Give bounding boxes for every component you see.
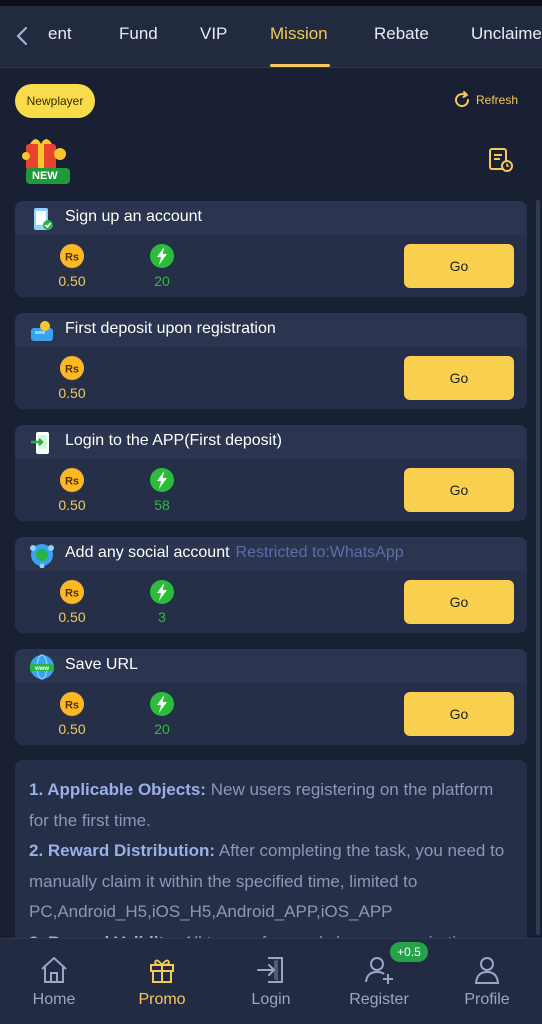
- tab-vip[interactable]: VIP: [200, 24, 227, 44]
- go-button[interactable]: Go: [404, 692, 514, 736]
- rule-title: 2. Reward Distribution:: [29, 841, 216, 860]
- rs-coin-icon: Rs: [59, 355, 85, 381]
- rs-reward: Rs 0.50: [47, 691, 97, 737]
- svg-text:www: www: [34, 666, 49, 672]
- nav-home-label: Home: [32, 991, 76, 1008]
- nav-profile[interactable]: Profile: [442, 953, 532, 1009]
- rs-value: 0.50: [58, 497, 86, 513]
- social-icon: [29, 542, 55, 569]
- tab-fund[interactable]: Fund: [119, 24, 158, 44]
- nav-login-label: Login: [251, 991, 291, 1008]
- scrollbar[interactable]: [536, 200, 540, 935]
- tab-mission[interactable]: Mission: [270, 24, 328, 44]
- xp-value: 58: [154, 497, 170, 513]
- task-card-social-account: Add any social account Restricted to:What…: [15, 537, 527, 633]
- new-label: NEW: [32, 170, 58, 182]
- rs-value: 0.50: [58, 721, 86, 737]
- rs-value: 0.50: [58, 385, 86, 401]
- go-button[interactable]: Go: [404, 356, 514, 400]
- go-button[interactable]: Go: [404, 244, 514, 288]
- svg-text:Rs: Rs: [65, 476, 79, 488]
- login-icon: [257, 957, 283, 983]
- rs-coin-icon: Rs: [59, 467, 85, 493]
- tab-event[interactable]: ent: [48, 24, 72, 44]
- rule-item-2: 2. Reward Distribution: After completing…: [29, 836, 513, 928]
- task-card-login-app: Login to the APP(First deposit) Rs 0.50 …: [15, 425, 527, 521]
- lightning-icon: [149, 243, 175, 269]
- rs-coin-icon: Rs: [59, 243, 85, 269]
- xp-value: 20: [154, 273, 170, 289]
- lightning-icon: [149, 691, 175, 717]
- new-gift-badge: NEW: [18, 134, 78, 186]
- xp-reward: 20: [137, 691, 187, 737]
- svg-text:Rs: Rs: [65, 588, 79, 600]
- xp-value: 20: [154, 721, 170, 737]
- rule-item-1: 1. Applicable Objects: New users registe…: [29, 775, 513, 836]
- profile-icon: [474, 957, 500, 984]
- xp-reward: 58: [137, 467, 187, 513]
- tab-rebate[interactable]: Rebate: [374, 24, 429, 44]
- task-card-sign-up: Sign up an account Rs 0.50 20 Go: [15, 201, 527, 297]
- deposit-icon: [29, 318, 55, 344]
- phone-check-icon: [29, 206, 55, 232]
- go-button[interactable]: Go: [404, 580, 514, 624]
- register-bonus-badge: +0.5: [390, 942, 428, 962]
- nav-profile-label: Profile: [464, 991, 510, 1008]
- nav-home[interactable]: Home: [9, 953, 99, 1009]
- svg-text:Rs: Rs: [65, 364, 79, 376]
- restriction-label: Restricted to:WhatsApp: [235, 544, 404, 561]
- rs-reward: Rs 0.50: [47, 355, 97, 401]
- back-chevron-icon[interactable]: [10, 22, 36, 50]
- task-title: Save URL: [65, 656, 138, 673]
- task-card-first-deposit: First deposit upon registration Rs 0.50 …: [15, 313, 527, 409]
- xp-reward: 3: [137, 579, 187, 625]
- bottom-nav: Home Promo Login Register Profile: [0, 938, 542, 1024]
- rs-value: 0.50: [58, 609, 86, 625]
- go-button[interactable]: Go: [404, 468, 514, 512]
- nav-register-label: Register: [349, 991, 409, 1008]
- task-title: Login to the APP(First deposit): [65, 432, 282, 449]
- www-icon: www: [29, 654, 55, 680]
- lightning-icon: [149, 467, 175, 493]
- history-clipboard-icon[interactable]: [487, 146, 515, 179]
- rs-value: 0.50: [58, 273, 86, 289]
- home-icon: [41, 957, 67, 983]
- xp-value: 3: [158, 609, 166, 625]
- svg-text:Rs: Rs: [65, 252, 79, 264]
- login-app-icon: [29, 430, 55, 456]
- rs-reward: Rs 0.50: [47, 579, 97, 625]
- tab-unclaimed[interactable]: Unclaimed: [471, 24, 542, 44]
- newplayer-tag[interactable]: Newplayer: [15, 84, 95, 118]
- refresh-button[interactable]: Refresh: [452, 90, 518, 110]
- refresh-label: Refresh: [476, 93, 519, 107]
- task-title: First deposit upon registration: [65, 320, 276, 337]
- refresh-icon: [455, 91, 470, 108]
- rs-reward: Rs 0.50: [47, 467, 97, 513]
- svg-text:Rs: Rs: [65, 700, 79, 712]
- lightning-icon: [149, 579, 175, 605]
- xp-reward: 20: [137, 243, 187, 289]
- rule-title: 1. Applicable Objects:: [29, 780, 206, 799]
- task-title: Sign up an account: [65, 208, 202, 225]
- nav-login[interactable]: Login: [226, 953, 316, 1009]
- gift-icon: [150, 959, 174, 983]
- rs-reward: Rs 0.50: [47, 243, 97, 289]
- nav-promo[interactable]: Promo: [117, 953, 207, 1009]
- task-title: Add any social account Restricted to:What…: [65, 544, 404, 561]
- nav-promo-label: Promo: [138, 991, 186, 1008]
- task-card-save-url: www Save URL Rs 0.50 20 Go: [15, 649, 527, 745]
- rs-coin-icon: Rs: [59, 691, 85, 717]
- active-tab-underline: [270, 64, 330, 67]
- add-user-icon: [365, 957, 393, 984]
- rules-panel: 1. Applicable Objects: New users registe…: [15, 760, 527, 950]
- tab-bar: ent Fund VIP Mission Rebate Unclaimed: [0, 6, 542, 68]
- rs-coin-icon: Rs: [59, 579, 85, 605]
